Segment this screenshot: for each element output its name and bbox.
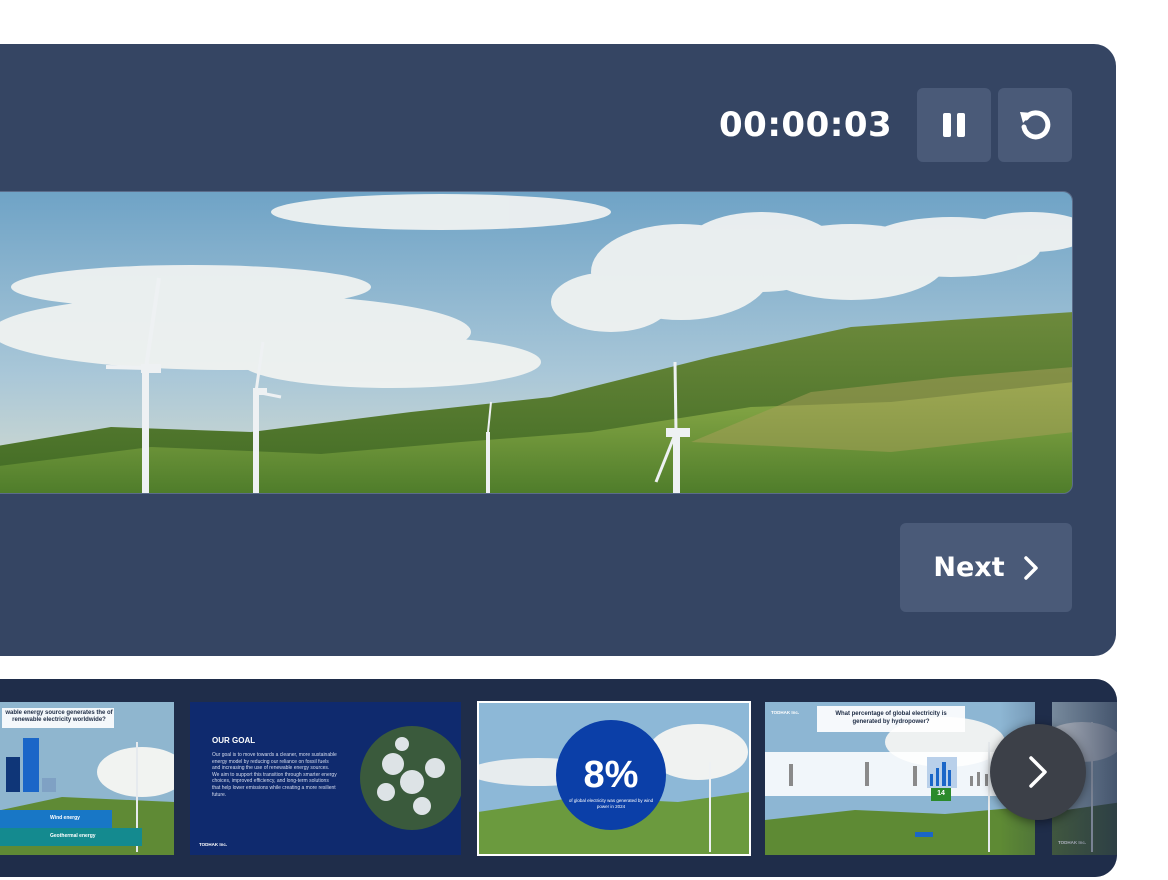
thumbnail-1-legend-2: Geothermal energy — [50, 833, 96, 839]
slide-thumbnail-strip: wable energy source generates the of ren… — [0, 679, 1117, 877]
thumbnail-1-question: wable energy source generates the of ren… — [5, 710, 113, 723]
slide-thumbnail-2[interactable]: OUR GOAL Our goal is to move towards a c… — [190, 702, 461, 855]
thumbnail-4-value: 14 — [937, 790, 945, 797]
pause-button[interactable] — [917, 88, 991, 162]
thumbnail-3-caption: of global electricity was generated by w… — [568, 798, 654, 809]
next-button[interactable]: Next — [900, 523, 1072, 612]
slide-thumbnail-3[interactable]: 8% of global electricity was generated b… — [477, 701, 751, 856]
restart-button[interactable] — [998, 88, 1072, 162]
thumbnail-scroll-right-button[interactable] — [990, 724, 1086, 820]
thumbnail-1-legend-1: Wind energy — [50, 815, 80, 821]
thumbnail-2-brand: TODHAK Inc. — [199, 842, 228, 847]
thumbnail-5-brand: TODHAK Inc. — [1058, 840, 1087, 845]
slide-image — [0, 191, 1073, 494]
thumbnail-2-title: OUR GOAL — [212, 736, 256, 745]
slide-thumbnail-1[interactable]: wable energy source generates the of ren… — [0, 702, 174, 855]
chevron-right-icon — [1029, 756, 1047, 788]
thumbnail-4-question: What percentage of global electricity is… — [835, 711, 947, 725]
elapsed-timer: 00:00:03 — [719, 105, 893, 145]
chevron-right-icon — [1023, 555, 1038, 580]
thumbnail-2-body: Our goal is to move towards a cleaner, m… — [212, 752, 337, 798]
thumbnail-4-brand: TODHAK Inc. — [771, 710, 800, 715]
restart-icon — [1020, 110, 1051, 140]
thumbnail-3-stat: 8% — [583, 754, 639, 796]
pause-icon — [943, 113, 965, 137]
next-button-label: Next — [933, 552, 1005, 583]
